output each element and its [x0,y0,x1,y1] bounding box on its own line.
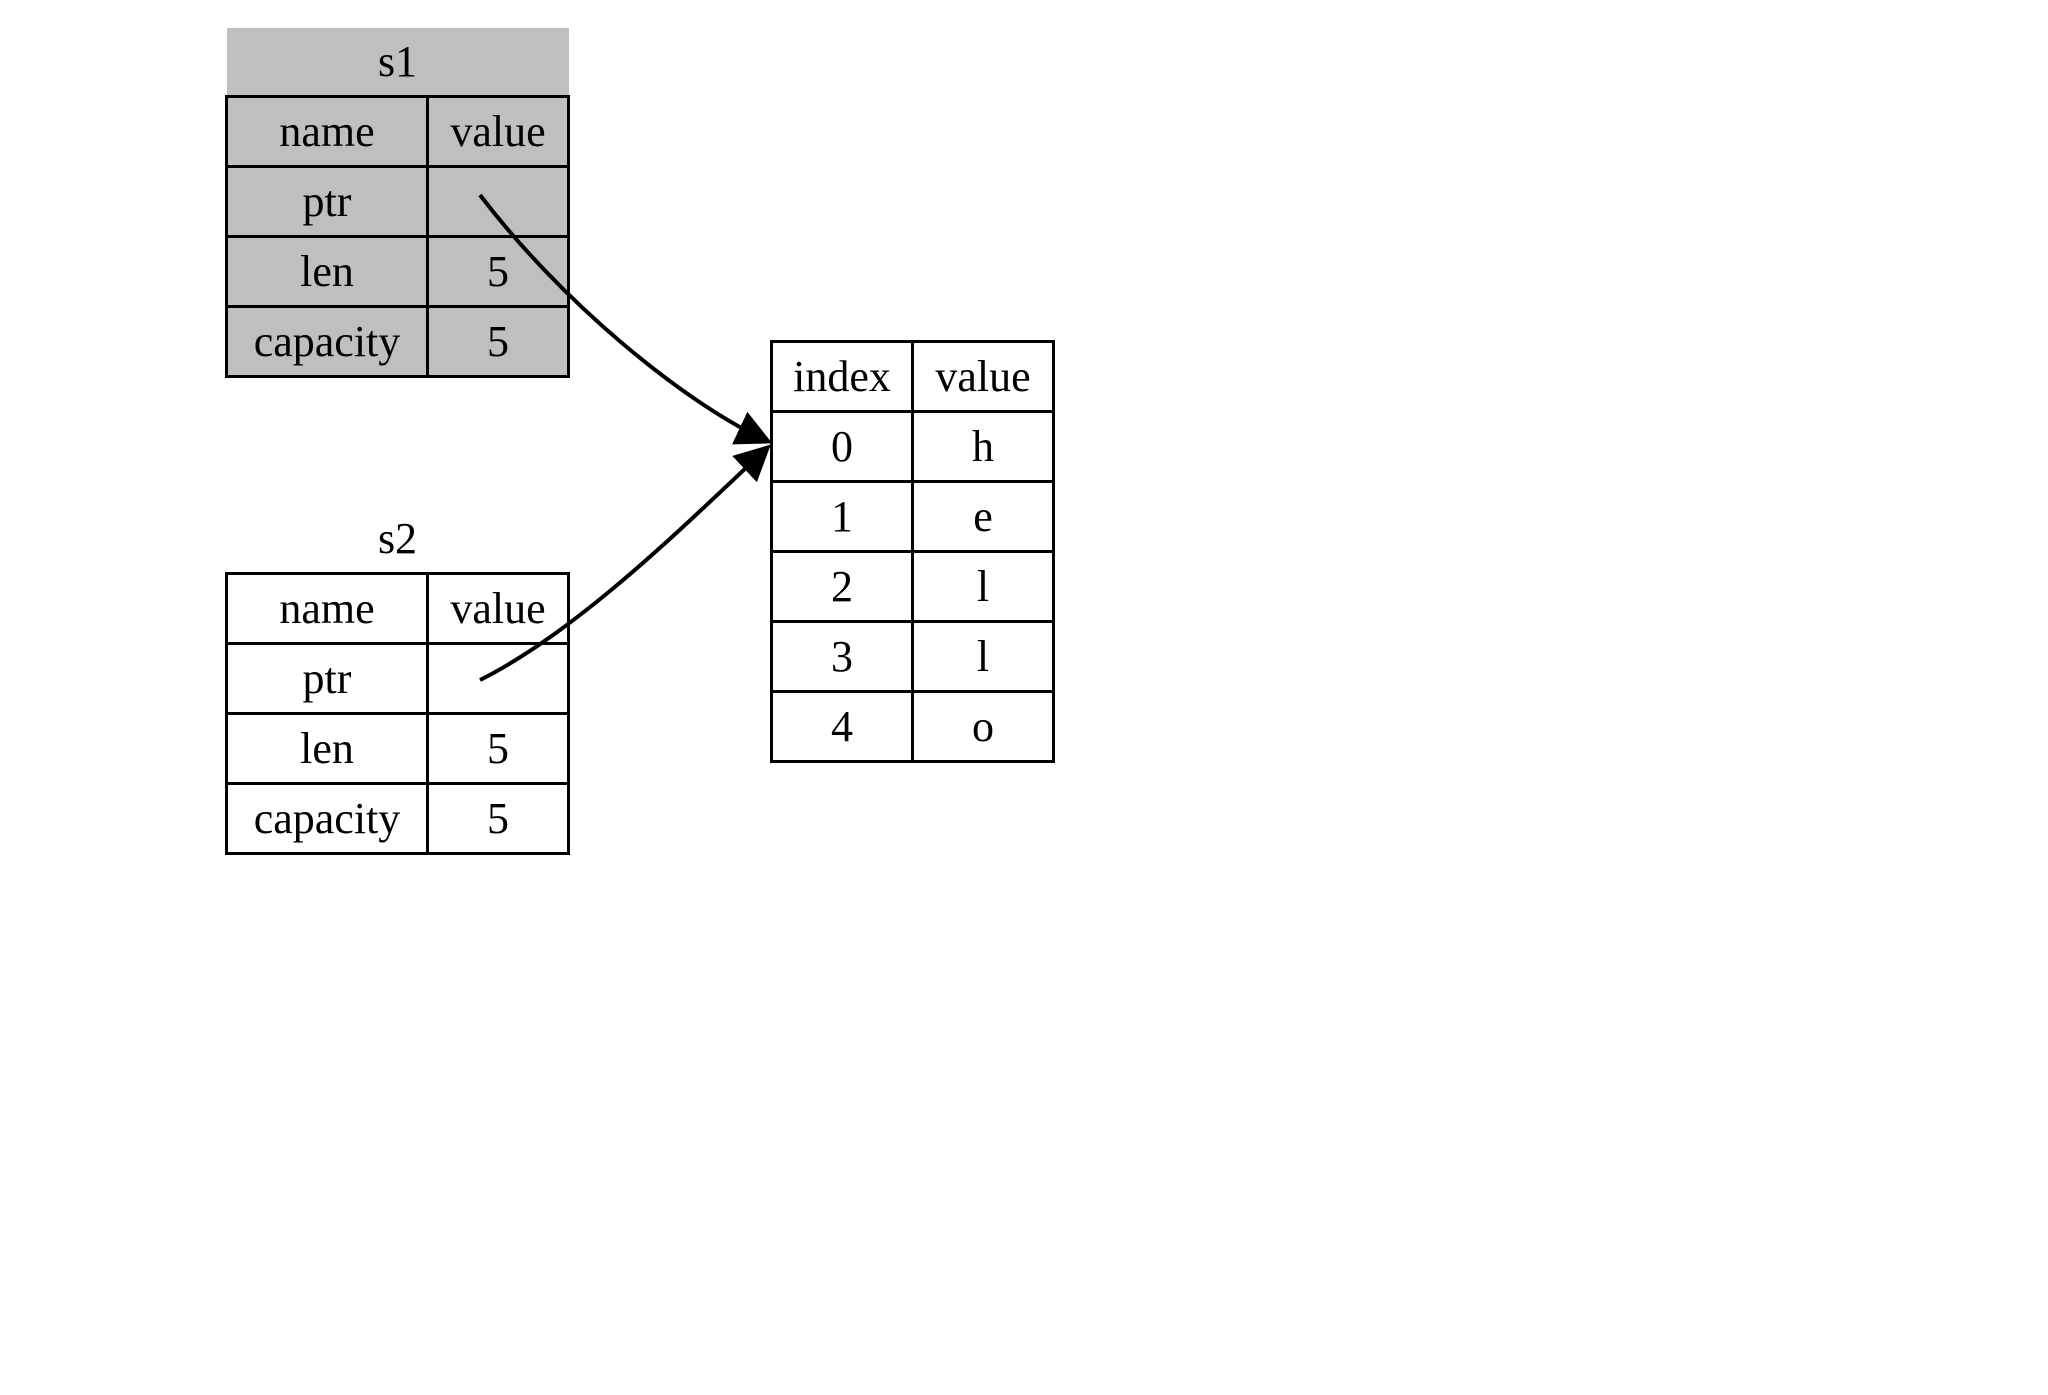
table-row: 4 o [772,692,1054,762]
heap-row1-value: e [913,482,1054,552]
table-row: 2 l [772,552,1054,622]
table-row: len 5 [227,714,569,784]
s2-row1-value: 5 [428,714,569,784]
heap-row3-index: 3 [772,622,913,692]
s1-header-value: value [428,97,569,167]
s1-row2-name: capacity [227,307,428,377]
diagram-stage: s1 name value ptr len 5 capacity 5 s2 na… [0,0,2048,1395]
heap-row0-value: h [913,412,1054,482]
s2-row2-value: 5 [428,784,569,854]
table-row: 0 h [772,412,1054,482]
table-row: capacity 5 [227,784,569,854]
heap-row2-index: 2 [772,552,913,622]
s1-title: s1 [227,28,569,97]
s1-row0-name: ptr [227,167,428,237]
s1-row1-value: 5 [428,237,569,307]
heap-header-index: index [772,342,913,412]
s1-row2-value: 5 [428,307,569,377]
s2-header-value: value [428,574,569,644]
s1-header-name: name [227,97,428,167]
heap-row4-index: 4 [772,692,913,762]
s2-title: s2 [227,505,569,574]
heap-row3-value: l [913,622,1054,692]
table-row: 3 l [772,622,1054,692]
heap-row2-value: l [913,552,1054,622]
table-row: ptr [227,167,569,237]
table-row: ptr [227,644,569,714]
s2-row1-name: len [227,714,428,784]
table-heap: index value 0 h 1 e 2 l 3 l 4 o [770,340,1055,763]
s2-row2-name: capacity [227,784,428,854]
s1-row0-value [428,167,569,237]
s2-row0-name: ptr [227,644,428,714]
s2-row0-value [428,644,569,714]
heap-row4-value: o [913,692,1054,762]
table-row: capacity 5 [227,307,569,377]
table-row: len 5 [227,237,569,307]
table-s2: s2 name value ptr len 5 capacity 5 [225,505,570,855]
heap-header-value: value [913,342,1054,412]
table-s1: s1 name value ptr len 5 capacity 5 [225,28,570,378]
s2-header-name: name [227,574,428,644]
heap-row1-index: 1 [772,482,913,552]
s1-row1-name: len [227,237,428,307]
table-row: 1 e [772,482,1054,552]
heap-row0-index: 0 [772,412,913,482]
